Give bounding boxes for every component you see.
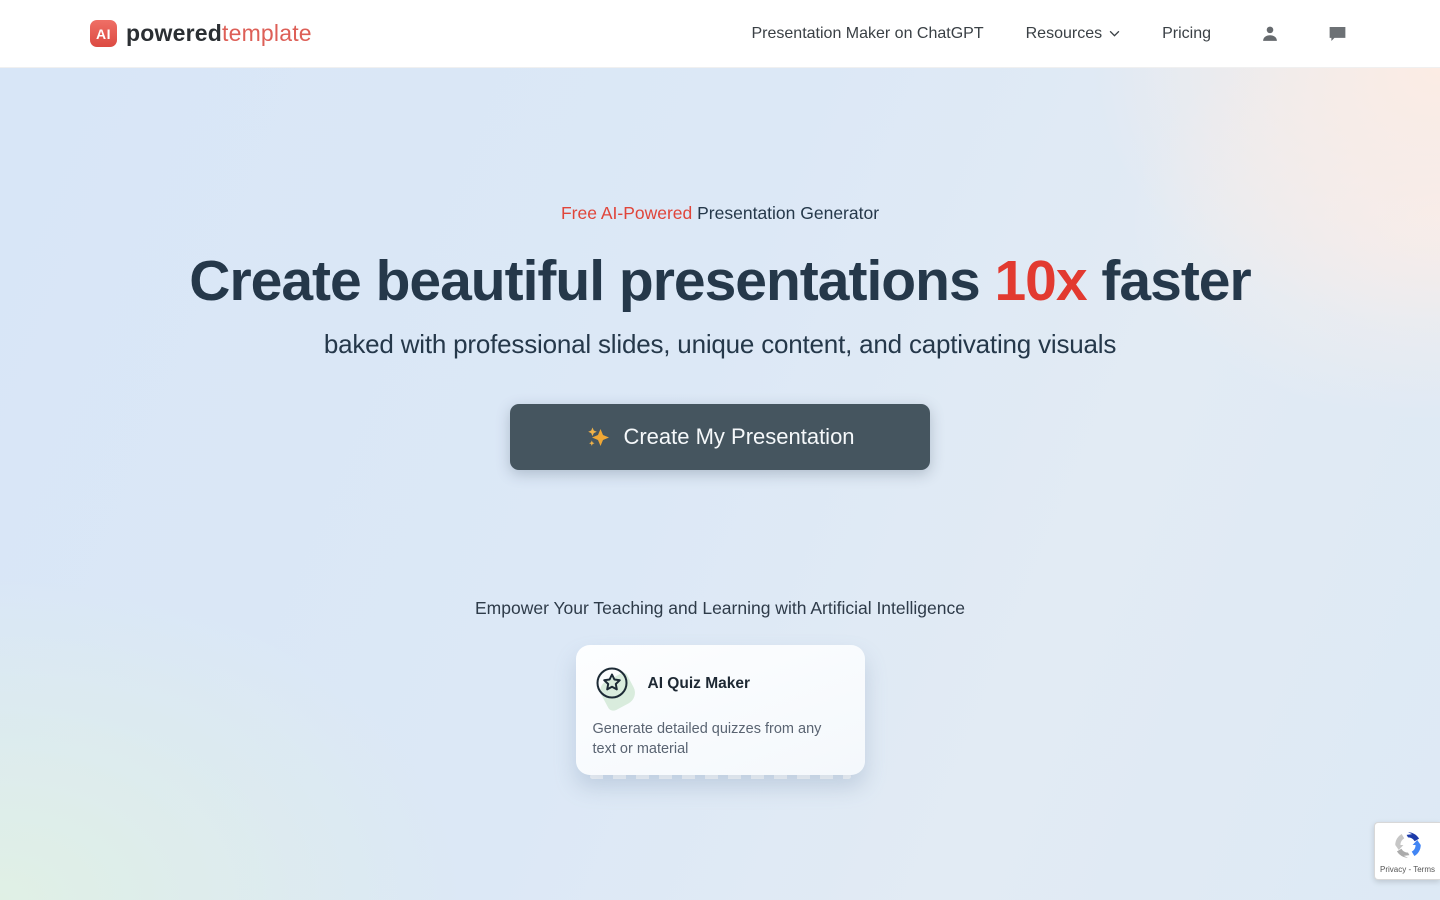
recaptcha-icon [1391,828,1425,862]
brand-logo[interactable]: AI poweredtemplate [90,20,312,47]
nav-label: Presentation Maker on ChatGPT [752,25,984,43]
nav-label: Resources [1026,25,1102,43]
nav-label: Pricing [1162,25,1211,43]
header-nav: Presentation Maker on ChatGPT Resources … [752,23,1349,45]
chevron-down-icon [1109,30,1120,37]
user-icon [1259,23,1281,45]
tagline-rest: Presentation Generator [692,203,879,223]
brand-name-template: template [222,20,312,46]
headline-highlight: 10x [994,249,1086,313]
headline-post: faster [1087,249,1251,313]
brand-name: poweredtemplate [126,20,312,47]
chat-button[interactable] [1327,23,1348,44]
chat-icon [1327,23,1348,44]
star-circle-icon [593,664,633,704]
hero-headline: Create beautiful presentations 10x faste… [189,250,1250,313]
brand-name-powered: powered [126,20,222,46]
tagline-highlight: Free AI-Powered [561,203,692,223]
ai-quiz-maker-card[interactable]: AI Quiz Maker Generate detailed quizzes … [576,645,865,775]
hero-section: Free AI-Powered Presentation Generator C… [0,68,1440,900]
recaptcha-badge[interactable]: Privacy - Terms [1374,822,1440,880]
cta-label: Create My Presentation [623,424,854,450]
hero-subtitle: baked with professional slides, unique c… [324,329,1116,360]
feature-intro-text: Empower Your Teaching and Learning with … [475,598,965,619]
card-header: AI Quiz Maker [593,664,847,704]
feature-card-wrap: AI Quiz Maker Generate detailed quizzes … [576,645,865,775]
page: AI poweredtemplate Presentation Maker on… [0,0,1440,900]
sparkles-icon [585,424,611,450]
card-icon-wrap [593,664,633,704]
ai-logo-icon: AI [90,20,117,47]
nav-item-resources[interactable]: Resources [1026,25,1120,43]
top-navigation-bar: AI poweredtemplate Presentation Maker on… [0,0,1440,68]
create-presentation-button[interactable]: Create My Presentation [510,404,930,470]
headline-pre: Create beautiful presentations [189,249,994,313]
recaptcha-privacy-terms[interactable]: Privacy - Terms [1380,865,1435,874]
card-description: Generate detailed quizzes from any text … [593,719,845,759]
nav-item-pricing[interactable]: Pricing [1162,25,1211,43]
nav-item-presentation-maker-chatgpt[interactable]: Presentation Maker on ChatGPT [752,25,984,43]
hero-tagline: Free AI-Powered Presentation Generator [561,203,879,224]
account-button[interactable] [1259,23,1281,45]
card-title: AI Quiz Maker [648,675,751,693]
